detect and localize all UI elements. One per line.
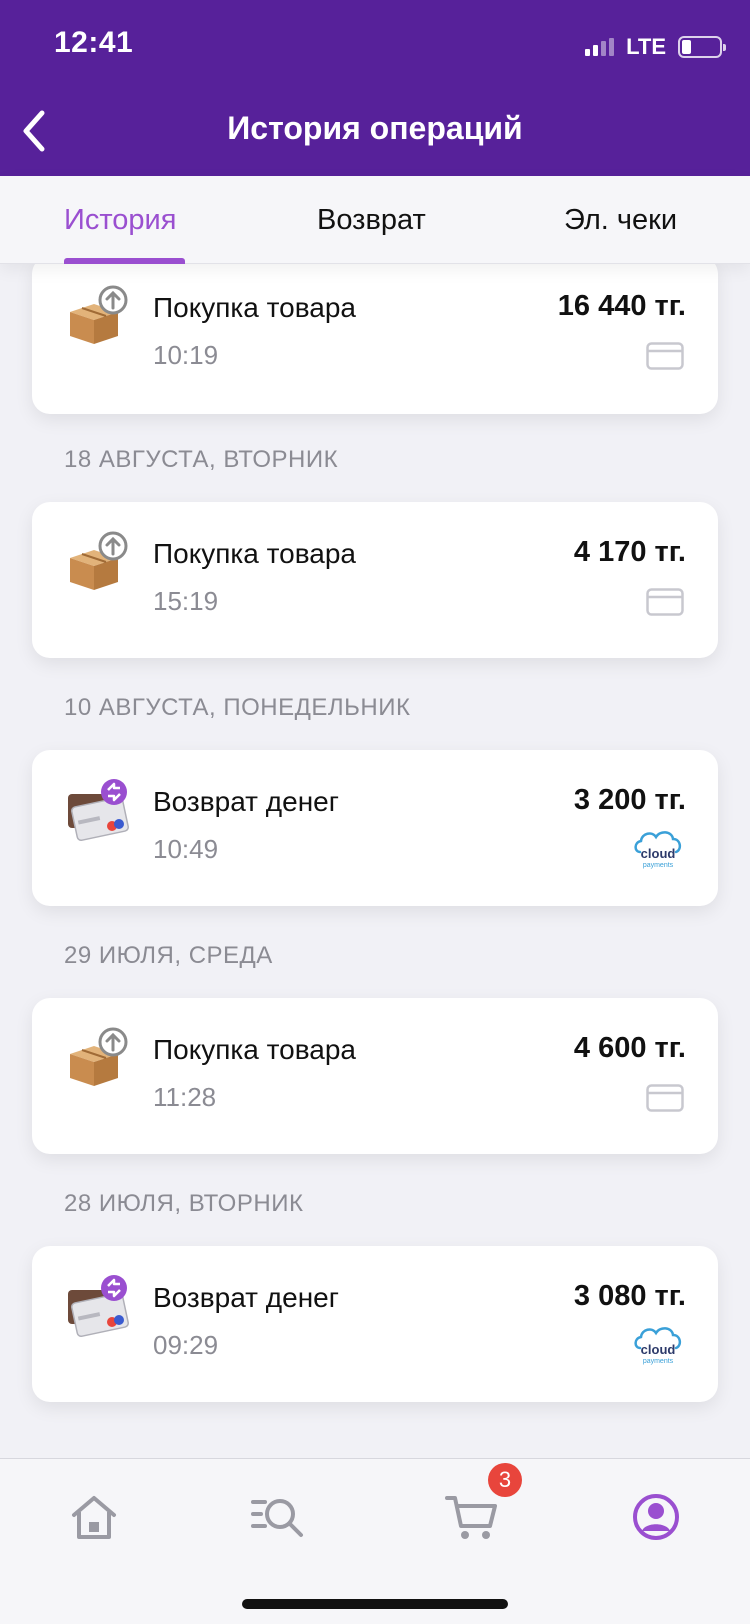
tab-refund[interactable]: Возврат (317, 204, 426, 237)
package-icon (66, 530, 130, 594)
package-icon (66, 284, 130, 348)
profile-icon (633, 1494, 679, 1540)
operation-time: 10:49 (153, 834, 219, 864)
operations-list[interactable]: Покупка товара 10:19 16 440 тг. 18 АВГУС… (0, 264, 750, 1458)
page-title: История операций (227, 110, 523, 146)
date-header: 10 АВГУСТА, ПОНЕДЕЛЬНИК (64, 694, 411, 721)
catalog-search-icon (251, 1499, 303, 1537)
home-icon (72, 1496, 116, 1539)
card-icon (646, 588, 684, 621)
cart-icon (445, 1496, 497, 1539)
operation-title: Покупка товара (153, 1034, 356, 1065)
signal-icon (585, 38, 615, 56)
card-icon (646, 1084, 684, 1117)
operation-title: Покупка товара (153, 538, 356, 569)
status-time: 12:41 (54, 26, 134, 59)
cloud-logo-sub: payments (643, 1358, 674, 1365)
operation-time: 09:29 (153, 1330, 219, 1360)
cloud-logo-word: cloud (641, 846, 676, 861)
refund-card-icon (66, 778, 130, 842)
network-type: LTE (626, 34, 666, 59)
operation-title: Покупка товара (153, 292, 356, 323)
refund-card-icon (66, 1274, 130, 1338)
cloud-logo-word: cloud (641, 1342, 676, 1357)
app-header: 12:41 LTE История операций (0, 0, 750, 176)
operation-amount: 4 600 тг. (573, 1032, 686, 1064)
tabbar-home[interactable] (64, 1487, 124, 1547)
status-indicators: LTE (585, 34, 726, 60)
operation-card[interactable]: Покупка товара 10:19 16 440 тг. (32, 264, 718, 414)
operation-title: Возврат денег (153, 1282, 339, 1313)
package-icon (66, 1026, 130, 1090)
operation-amount: 3 080 тг. (573, 1280, 686, 1312)
tabbar-profile[interactable] (626, 1487, 686, 1547)
cloudpayments-logo: cloud payments (632, 1322, 684, 1371)
cloudpayments-logo: cloud payments (632, 826, 684, 875)
battery-icon (678, 36, 726, 58)
tab-e-receipts[interactable]: Эл. чеки (564, 204, 677, 237)
active-tab-indicator (64, 258, 185, 264)
cloud-logo-sub: payments (643, 862, 674, 869)
home-indicator (242, 1599, 508, 1609)
operation-card[interactable]: Возврат денег 09:29 3 080 тг. cloud paym… (32, 1246, 718, 1402)
operation-time: 10:19 (153, 340, 219, 370)
operation-time: 15:19 (153, 586, 219, 616)
operation-amount: 3 200 тг. (573, 784, 686, 816)
card-icon (646, 342, 684, 375)
bottom-tab-bar: 3 (0, 1458, 750, 1624)
operation-title: Возврат денег (153, 786, 339, 817)
operation-amount: 4 170 тг. (573, 536, 686, 568)
tabbar-cart[interactable] (440, 1487, 504, 1547)
operation-time: 11:28 (153, 1082, 217, 1112)
segment-tabs: История Возврат Эл. чеки (0, 176, 750, 264)
cart-badge: 3 (488, 1463, 522, 1497)
operation-card[interactable]: Возврат денег 10:49 3 200 тг. cloud paym… (32, 750, 718, 906)
tabbar-catalog[interactable] (246, 1487, 310, 1547)
operation-amount: 16 440 тг. (557, 290, 686, 322)
tab-history[interactable]: История (64, 204, 176, 237)
date-header: 29 ИЮЛЯ, СРЕДА (64, 942, 273, 969)
operation-card[interactable]: Покупка товара 11:28 4 600 тг. (32, 998, 718, 1154)
operation-card[interactable]: Покупка товара 15:19 4 170 тг. (32, 502, 718, 658)
date-header: 18 АВГУСТА, ВТОРНИК (64, 446, 339, 473)
date-header: 28 ИЮЛЯ, ВТОРНИК (64, 1190, 304, 1217)
